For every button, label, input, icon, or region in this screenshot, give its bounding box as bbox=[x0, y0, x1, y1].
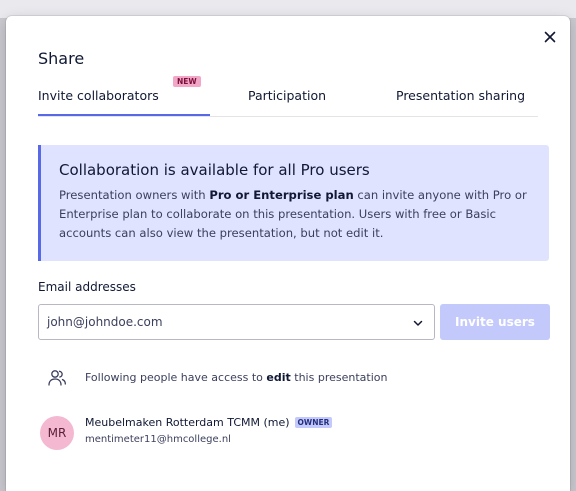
callout-body-emphasis: Pro or Enterprise plan bbox=[209, 188, 354, 202]
member-email: mentimeter11@hmcollege.nl bbox=[85, 434, 231, 445]
access-text: Following people have access to edit thi… bbox=[85, 371, 387, 384]
screen: Share Invite collaborators NEW Participa… bbox=[0, 0, 576, 491]
active-tab-indicator bbox=[38, 114, 210, 116]
tab-participation[interactable]: Participation bbox=[248, 88, 326, 103]
owner-badge: OWNER bbox=[294, 417, 333, 428]
pro-info-callout: Collaboration is available for all Pro u… bbox=[38, 145, 549, 261]
email-input[interactable]: john@johndoe.com bbox=[38, 304, 435, 340]
callout-body: Presentation owners with Pro or Enterpri… bbox=[59, 186, 543, 243]
email-addresses-label: Email addresses bbox=[38, 280, 136, 294]
chevron-down-icon[interactable] bbox=[412, 317, 424, 329]
invite-users-button[interactable]: Invite users bbox=[440, 304, 550, 340]
tab-label: Invite collaborators bbox=[38, 88, 159, 103]
avatar: MR bbox=[40, 416, 74, 450]
new-badge: NEW bbox=[173, 76, 201, 87]
share-dialog: Share Invite collaborators NEW Participa… bbox=[6, 16, 570, 491]
member-name-text: Meubelmaken Rotterdam TCMM (me) bbox=[85, 416, 290, 429]
email-input-value: john@johndoe.com bbox=[47, 315, 163, 329]
access-text-part: Following people have access to bbox=[85, 371, 267, 384]
callout-body-text: Presentation owners with bbox=[59, 188, 210, 202]
access-text-part: this presentation bbox=[290, 371, 388, 384]
access-info: Following people have access to edit thi… bbox=[38, 368, 548, 388]
close-button[interactable] bbox=[541, 28, 559, 46]
share-tabs: Invite collaborators NEW Participation P… bbox=[38, 76, 538, 117]
member-name: Meubelmaken Rotterdam TCMM (me) OWNER bbox=[85, 416, 333, 429]
close-icon bbox=[544, 31, 556, 43]
tab-invite-collaborators[interactable]: Invite collaborators bbox=[38, 88, 159, 103]
tab-presentation-sharing[interactable]: Presentation sharing bbox=[396, 88, 525, 103]
people-icon bbox=[48, 370, 66, 386]
tab-label: Presentation sharing bbox=[396, 88, 526, 103]
access-text-emphasis: edit bbox=[266, 371, 291, 384]
tab-label: Participation bbox=[248, 88, 327, 103]
member-row: MR Meubelmaken Rotterdam TCMM (me) OWNER … bbox=[38, 416, 548, 460]
callout-title: Collaboration is available for all Pro u… bbox=[59, 161, 370, 179]
dialog-title: Share bbox=[38, 49, 85, 68]
